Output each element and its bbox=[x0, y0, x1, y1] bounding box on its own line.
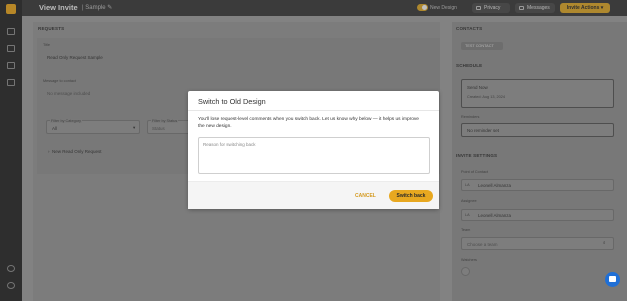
modal-title: Switch to Old Design bbox=[198, 97, 266, 106]
reason-input[interactable] bbox=[198, 137, 430, 174]
modal-header: Switch to Old Design bbox=[188, 91, 439, 111]
switch-design-modal: Switch to Old Design You'll lose request… bbox=[188, 91, 439, 209]
switch-back-button[interactable]: Switch back bbox=[389, 190, 433, 202]
modal-footer: CANCEL Switch back bbox=[188, 181, 439, 209]
chat-launcher-icon[interactable] bbox=[605, 272, 620, 287]
modal-message: You'll lose request-level comments when … bbox=[198, 117, 419, 129]
cancel-button[interactable]: CANCEL bbox=[355, 193, 376, 199]
